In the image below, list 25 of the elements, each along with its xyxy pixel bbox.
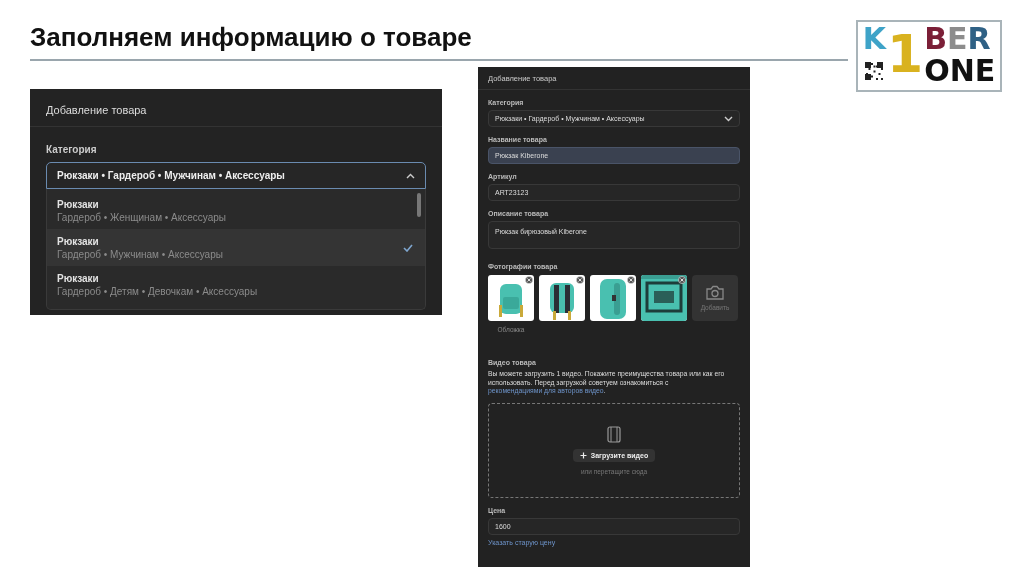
remove-icon[interactable] xyxy=(576,276,584,284)
check-icon xyxy=(403,243,413,252)
logo-text: ONE xyxy=(924,56,996,86)
logo-letter: K xyxy=(862,24,886,54)
dropdown-option[interactable]: Рюкзаки Гардероб • Детям • Девочкам • Аксессуары xyxy=(47,266,425,303)
remove-icon[interactable] xyxy=(525,276,533,284)
field-label: Категория xyxy=(46,144,97,155)
chevron-down-icon xyxy=(724,115,733,122)
logo-letter: B xyxy=(924,24,948,54)
category-select[interactable]: Рюкзаки • Гардероб • Мужчинам • Аксессуары xyxy=(46,162,426,189)
remove-icon[interactable] xyxy=(678,276,686,284)
slide-title: Заполняем информацию о товаре xyxy=(30,22,848,61)
plus-icon xyxy=(579,452,587,460)
logo-letter: R xyxy=(967,24,991,54)
camera-icon xyxy=(706,285,724,300)
dropdown-option[interactable]: Рюкзаки Гардероб • Женщинам • Аксессуары xyxy=(47,192,425,229)
logo-letter: E xyxy=(947,24,968,54)
panel-title: Добавление товара xyxy=(46,103,147,116)
film-icon xyxy=(607,426,621,444)
scrollbar[interactable] xyxy=(417,193,421,217)
dropdown-option[interactable]: Рюкзаки Гардероб • Мужчинам • Аксессуары xyxy=(47,229,425,266)
remove-icon[interactable] xyxy=(627,276,635,284)
logo-letter: 1 xyxy=(886,28,924,80)
chevron-up-icon xyxy=(406,172,415,179)
qr-code-icon xyxy=(865,62,884,80)
